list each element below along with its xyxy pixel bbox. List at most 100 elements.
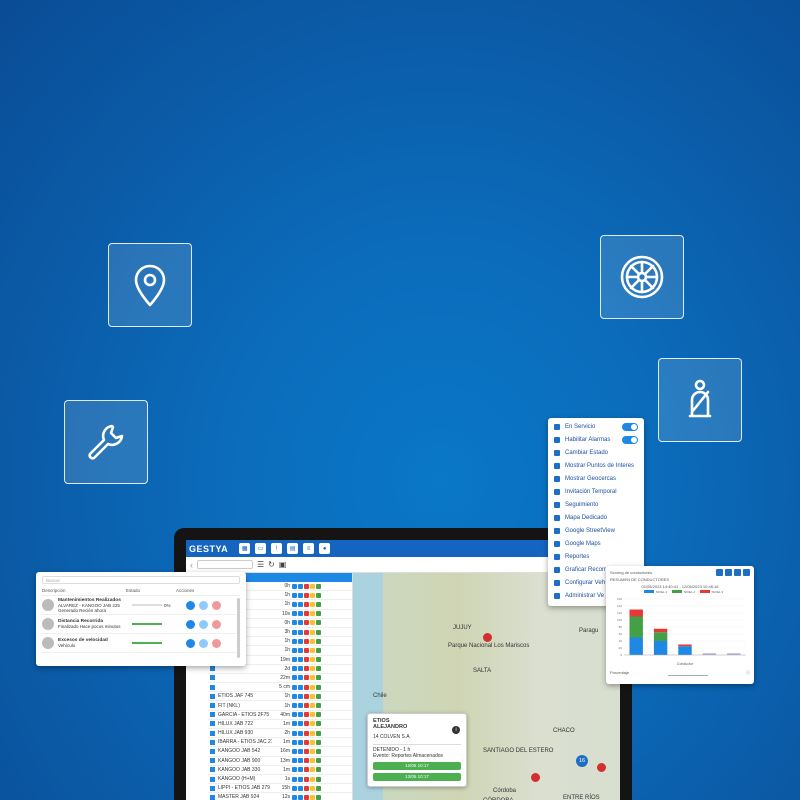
vehicle-checkbox[interactable] xyxy=(210,703,215,709)
vehicle-row[interactable]: KANGOO JAB 330 1m xyxy=(208,766,352,775)
menu-item[interactable]: Google StreetView xyxy=(548,524,644,537)
marker-cluster[interactable]: 16 xyxy=(576,755,588,767)
vehicle-row[interactable]: KANGOO JAB 900 13m xyxy=(208,757,352,766)
vehicle-row[interactable]: HILUX JAB 722 1m xyxy=(208,720,352,729)
menu-toggle-switch[interactable] xyxy=(622,422,638,431)
vehicle-time: 10s xyxy=(281,610,290,617)
view-icon[interactable] xyxy=(199,638,208,648)
chart-print-icon[interactable] xyxy=(725,569,732,576)
vehicle-marker[interactable] xyxy=(531,773,540,782)
grid-icon[interactable]: ▦ xyxy=(239,543,251,554)
menu-item-label: En Servicio xyxy=(565,423,596,430)
menu-toggle-switch[interactable] xyxy=(622,435,638,444)
scrollbar[interactable] xyxy=(237,598,240,658)
info-icon[interactable] xyxy=(186,619,195,629)
maintenance-row[interactable]: Distancia Recorrida Finalizado Hace poco… xyxy=(42,615,240,634)
delete-icon[interactable] xyxy=(212,600,221,610)
menu-item[interactable]: En Servicio xyxy=(548,420,644,433)
list-icon[interactable]: ≡ xyxy=(303,543,315,554)
maintenance-description: Excesos de velocidad Vehículo xyxy=(58,638,132,648)
vehicle-checkbox[interactable] xyxy=(210,758,215,764)
vehicle-row[interactable]: 5 cm xyxy=(208,683,352,693)
menu-item[interactable]: Seguimiento xyxy=(548,498,644,511)
maintenance-search-input[interactable]: Buscar xyxy=(42,576,240,584)
info-icon[interactable] xyxy=(186,638,195,648)
popup-last-report-button[interactable]: 12/05 10:17 xyxy=(373,762,461,770)
vehicle-checkbox[interactable] xyxy=(210,684,215,690)
calendar-icon[interactable]: ▤ xyxy=(287,543,299,554)
vehicle-row[interactable]: LIPPI - ETIOS JAB 279 15h xyxy=(208,784,352,794)
vehicle-checkbox[interactable] xyxy=(210,730,215,736)
menu-lines-icon[interactable]: ☰ xyxy=(257,560,264,569)
maintenance-row[interactable]: Excesos de velocidad Vehículo xyxy=(42,634,240,653)
popup-signal-button[interactable]: 12/05 10:17 xyxy=(373,773,461,781)
vehicle-row[interactable]: KANGOO (H+M) 1s xyxy=(208,775,352,785)
status-icon xyxy=(310,767,315,773)
vehicle-row[interactable]: MASTER JAB 924 12s xyxy=(208,793,352,800)
status-icon xyxy=(316,684,321,690)
vehicle-search-input[interactable] xyxy=(197,560,253,569)
chart-download-icon[interactable] xyxy=(734,569,741,576)
status-icon xyxy=(310,758,315,764)
vehicle-row[interactable]: FIT (NKL) 1h xyxy=(208,701,352,711)
vehicle-time: 5 cm xyxy=(279,684,290,691)
vehicle-row[interactable]: GARCIA - ETIOS 2F75 40m xyxy=(208,711,352,720)
chart-close-icon[interactable] xyxy=(743,569,750,576)
maintenance-actions xyxy=(186,619,221,629)
monitor-icon[interactable]: ▭ xyxy=(255,543,267,554)
menu-item[interactable]: Invitación Temporal xyxy=(548,485,644,498)
vehicle-row[interactable]: IBARRA - ETIOS JAC 210 1m xyxy=(208,738,352,748)
vehicle-status-icons xyxy=(292,620,321,626)
vehicle-marker[interactable] xyxy=(597,763,606,772)
menu-item-label: Habilitar Alarmas xyxy=(565,436,611,443)
vehicle-checkbox[interactable] xyxy=(210,776,215,782)
menu-item[interactable]: Mapa Dedicado xyxy=(548,511,644,524)
menu-item[interactable]: Habilitar Alarmas xyxy=(548,433,644,446)
menu-item[interactable]: Google Maps xyxy=(548,537,644,550)
chart-filter-icon[interactable] xyxy=(716,569,723,576)
vehicle-checkbox[interactable] xyxy=(210,748,215,754)
vehicle-row[interactable]: ETIOS JAF 745 1h xyxy=(208,692,352,702)
popup-info-icon[interactable]: i xyxy=(452,726,460,734)
vehicle-checkbox[interactable] xyxy=(210,767,215,773)
menu-item[interactable]: Mostrar Geocercas xyxy=(548,472,644,485)
alert-icon[interactable]: ! xyxy=(271,543,283,554)
refresh-icon[interactable]: ↻ xyxy=(268,560,275,569)
maintenance-row[interactable]: Mantenimientos Realizados ALVAREZ - KANGO… xyxy=(42,596,240,615)
status-icon xyxy=(292,684,297,690)
vehicle-checkbox[interactable] xyxy=(210,675,215,681)
menu-item[interactable]: Reportes xyxy=(548,550,644,563)
vehicle-row[interactable]: 22m xyxy=(208,674,352,684)
delete-icon[interactable] xyxy=(212,638,221,648)
vehicle-row[interactable]: HILUX JAB 930 2h xyxy=(208,729,352,739)
vehicle-row[interactable]: 2d xyxy=(208,665,352,674)
vehicle-checkbox[interactable] xyxy=(210,739,215,745)
vehicle-checkbox[interactable] xyxy=(210,721,215,727)
vehicle-checkbox[interactable] xyxy=(210,785,215,791)
vehicle-row[interactable]: KANGOO JAB 542 16m xyxy=(208,747,352,757)
popup-company: 14 COLVEN S.A xyxy=(373,734,410,740)
vehicle-name: GARCIA - ETIOS 2F75 xyxy=(218,711,270,718)
view-icon[interactable] xyxy=(199,600,208,610)
camera-icon[interactable]: ▣ xyxy=(279,560,287,569)
menu-item-icon xyxy=(554,540,560,547)
user-icon[interactable]: ● xyxy=(319,543,331,554)
menu-item[interactable]: Cambiar Estado xyxy=(548,446,644,459)
chart-info-icon[interactable]: ⓘ xyxy=(746,670,750,676)
status-icon xyxy=(310,592,315,598)
status-icon xyxy=(316,666,321,672)
vehicle-checkbox[interactable] xyxy=(210,794,215,800)
vehicle-checkbox[interactable] xyxy=(210,712,215,718)
view-icon[interactable] xyxy=(199,619,208,629)
menu-item-icon xyxy=(554,566,560,573)
vehicle-checkbox[interactable] xyxy=(210,666,215,672)
delete-icon[interactable] xyxy=(212,619,221,629)
chart-footer-select[interactable] xyxy=(667,670,708,676)
back-arrow-icon[interactable]: ‹ xyxy=(190,560,193,570)
vehicle-marker[interactable] xyxy=(483,633,492,642)
vehicle-time: 0h xyxy=(284,583,290,590)
vehicle-status-icons xyxy=(292,748,321,754)
menu-item[interactable]: Mostrar Puntos de Interes xyxy=(548,459,644,472)
vehicle-checkbox[interactable] xyxy=(210,693,215,699)
info-icon[interactable] xyxy=(186,600,195,610)
